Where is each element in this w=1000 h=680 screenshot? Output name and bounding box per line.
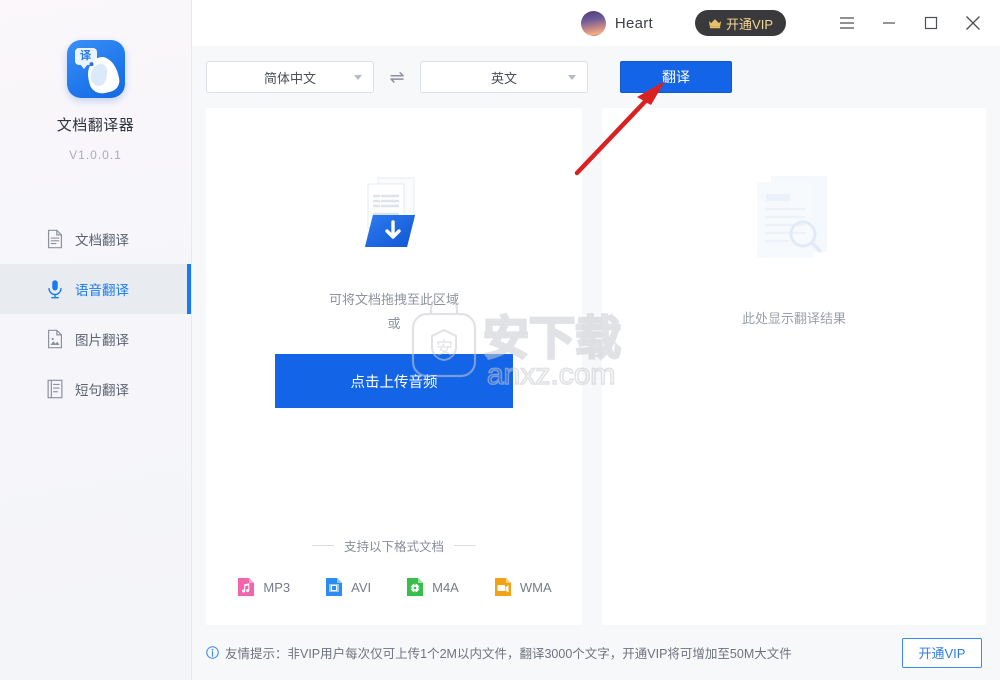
- format-item-wma: WMA: [493, 577, 552, 597]
- drop-hint-line2: 或: [387, 316, 401, 331]
- result-placeholder-zone: 此处显示翻译结果: [602, 170, 986, 327]
- supported-formats-title-wrap: 支持以下格式文档: [206, 536, 582, 555]
- supported-formats: 支持以下格式文档 MP3 AVI M4A WMA: [206, 536, 582, 597]
- content-area: Heart 开通VIP 简体中文 ⇌ 英文 翻译 可将文档拖拽至此区域 或 点击…: [192, 0, 1000, 680]
- film-file-icon: [326, 578, 343, 596]
- supported-formats-title: 支持以下格式文档: [343, 540, 444, 554]
- app-version: V1.0.0.1: [69, 148, 122, 162]
- chevron-down-icon: [354, 75, 362, 80]
- app-title: 文档翻译器: [56, 117, 135, 134]
- crown-icon: [708, 18, 722, 28]
- minimize-icon: [883, 22, 895, 24]
- chevron-down-icon: [568, 75, 576, 80]
- footer-tip-text: 友情提示：非VIP用户每次仅可上传1个2M以内文件，翻译3000个文字，开通VI…: [225, 647, 792, 661]
- maximize-button[interactable]: [910, 0, 952, 46]
- upload-audio-label: 点击上传音频: [350, 374, 438, 391]
- image-icon: [47, 329, 63, 349]
- sidebar-item-label: 文档翻译: [75, 233, 129, 248]
- panels-container: 可将文档拖拽至此区域 或 点击上传音频 支持以下格式文档 MP3 AVI M4A…: [192, 108, 1000, 625]
- source-language-value: 简体中文: [263, 70, 316, 86]
- upload-dropzone[interactable]: 可将文档拖拽至此区域 或 点击上传音频: [206, 108, 582, 408]
- footer-tip: 友情提示：非VIP用户每次仅可上传1个2M以内文件，翻译3000个文字，开通VI…: [206, 643, 792, 662]
- upload-audio-button[interactable]: 点击上传音频: [275, 354, 513, 408]
- drop-hint: 可将文档拖拽至此区域 或: [329, 288, 459, 336]
- menu-button[interactable]: [826, 0, 868, 46]
- text-lines-icon: [47, 379, 63, 399]
- format-list: MP3 AVI M4A WMA: [206, 577, 582, 597]
- sidebar-item-short-sentence-translate[interactable]: 短句翻译: [0, 364, 191, 414]
- language-toolbar: 简体中文 ⇌ 英文 翻译: [192, 46, 1000, 108]
- username-label: Heart: [614, 14, 654, 32]
- microphone-icon: [48, 280, 62, 299]
- open-vip-button[interactable]: 开通VIP: [695, 10, 786, 36]
- document-search-icon: [757, 176, 827, 258]
- sidebar-item-label: 语音翻译: [75, 283, 129, 298]
- sidebar-nav: 文档翻译 语音翻译 图片翻译 短句翻译: [0, 214, 191, 414]
- format-label: AVI: [351, 579, 372, 595]
- close-icon: [966, 16, 980, 30]
- result-panel: 此处显示翻译结果: [602, 108, 986, 625]
- open-vip-label: 开通VIP: [726, 16, 773, 32]
- format-label: WMA: [519, 579, 552, 595]
- format-item-mp3: MP3: [236, 577, 290, 597]
- close-button[interactable]: [952, 0, 994, 46]
- footer-bar: 友情提示：非VIP用户每次仅可上传1个2M以内文件，翻译3000个文字，开通VI…: [192, 625, 1000, 680]
- hamburger-icon: [840, 17, 854, 29]
- format-item-m4a: M4A: [405, 577, 459, 597]
- source-language-select[interactable]: 简体中文: [206, 61, 374, 93]
- translate-button-label: 翻译: [662, 69, 690, 85]
- video-file-icon: [494, 578, 511, 596]
- titlebar: Heart 开通VIP: [192, 0, 1000, 46]
- swap-icon: ⇌: [389, 67, 405, 87]
- info-icon: [206, 646, 219, 659]
- swap-languages-button[interactable]: ⇌: [374, 68, 420, 86]
- format-label: M4A: [432, 579, 459, 595]
- target-language-value: 英文: [490, 70, 517, 86]
- sidebar-item-label: 短句翻译: [75, 383, 129, 398]
- sidebar: 译 文档翻译器 V1.0.0.1 文档翻译 语音翻译 图片翻译 短句翻译: [0, 0, 192, 680]
- result-placeholder-text: 此处显示翻译结果: [741, 311, 846, 326]
- app-logo-icon: 译: [66, 40, 125, 98]
- disc-file-icon: [407, 578, 424, 596]
- app-window: 译 文档翻译器 V1.0.0.1 文档翻译 语音翻译 图片翻译 短句翻译 Hea…: [0, 0, 1000, 680]
- document-icon: [47, 229, 63, 249]
- drop-hint-line1: 可将文档拖拽至此区域: [328, 292, 459, 307]
- music-file-icon: [238, 578, 255, 596]
- sidebar-item-label: 图片翻译: [75, 333, 129, 348]
- minimize-button[interactable]: [868, 0, 910, 46]
- sidebar-item-image-translate[interactable]: 图片翻译: [0, 314, 191, 364]
- footer-open-vip-button[interactable]: 开通VIP: [902, 637, 982, 668]
- translate-button[interactable]: 翻译: [620, 61, 732, 93]
- document-download-icon: [365, 177, 415, 247]
- brand-block: 译 文档翻译器 V1.0.0.1: [0, 0, 191, 162]
- format-label: MP3: [263, 579, 291, 595]
- target-language-select[interactable]: 英文: [420, 61, 588, 93]
- upload-panel[interactable]: 可将文档拖拽至此区域 或 点击上传音频 支持以下格式文档 MP3 AVI M4A…: [206, 108, 582, 625]
- avatar[interactable]: [580, 10, 606, 36]
- sidebar-item-document-translate[interactable]: 文档翻译: [0, 214, 191, 264]
- footer-open-vip-label: 开通VIP: [918, 646, 966, 661]
- maximize-icon: [924, 16, 938, 30]
- sidebar-item-voice-translate[interactable]: 语音翻译: [0, 264, 191, 314]
- format-item-avi: AVI: [324, 577, 371, 597]
